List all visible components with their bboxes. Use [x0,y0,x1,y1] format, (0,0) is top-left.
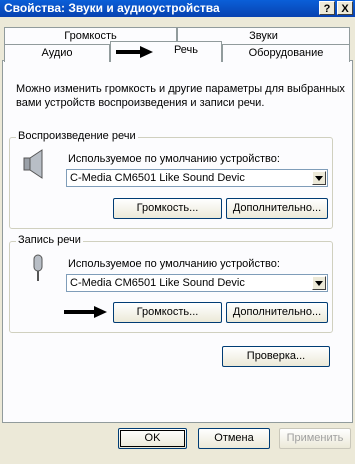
recording-device-value: C-Media CM6501 Like Sound Devic [70,277,245,289]
playback-device-label: Используемое по умолчанию устройство: [68,153,280,165]
recording-advanced-button[interactable]: Дополнительно... [226,302,328,323]
recording-device-select[interactable]: C-Media CM6501 Like Sound Devic [66,274,328,292]
description-text: Можно изменить громкость и другие параме… [16,83,345,109]
tab-hardware[interactable]: Оборудование [222,44,350,62]
chevron-down-icon[interactable] [312,171,326,185]
title-bar: Свойства: Звуки и аудиоустройства ? X [0,0,355,17]
microphone-icon [33,254,43,281]
playback-group-title: Воспроизведение речи [16,130,138,142]
speaker-icon [23,149,43,179]
tab-hardware-label: Оборудование [248,47,324,59]
playback-volume-button[interactable]: Громкость... [113,198,222,219]
chevron-down-icon[interactable] [312,276,326,290]
recording-device-label: Используемое по умолчанию устройство: [68,258,280,270]
close-button[interactable]: X [337,1,353,15]
cancel-button[interactable]: Отмена [198,428,270,449]
tab-sounds-label: Звуки [249,30,278,42]
tab-audio[interactable]: Аудио [4,44,110,62]
apply-button[interactable]: Применить [279,428,351,449]
tab-volume-label: Громкость [64,30,117,42]
window-title: Свойства: Звуки и аудиоустройства [4,1,220,15]
arrow-right-icon [64,306,107,318]
recording-volume-button[interactable]: Громкость... [113,302,222,323]
recording-group-title: Запись речи [16,234,83,246]
ok-button[interactable]: OK [118,428,187,449]
playback-advanced-button[interactable]: Дополнительно... [226,198,328,219]
help-button[interactable]: ? [319,1,335,15]
playback-device-select[interactable]: C-Media CM6501 Like Sound Devic [66,169,328,187]
tab-audio-label: Аудио [41,47,73,59]
test-button[interactable]: Проверка... [222,346,330,367]
arrow-right-icon [116,46,153,58]
playback-device-value: C-Media CM6501 Like Sound Devic [70,172,245,184]
